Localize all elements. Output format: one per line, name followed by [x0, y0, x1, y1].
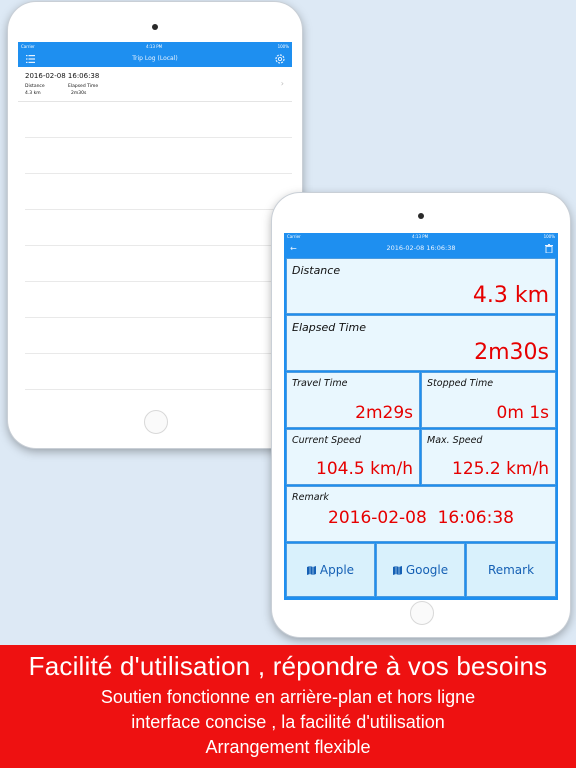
banner-headline: Facilité d'utilisation , répondre à vos …	[28, 651, 548, 681]
elapsed-time-value: 2m30s	[474, 340, 549, 365]
status-battery: 100%	[277, 44, 289, 49]
current-speed-cell: Current Speed 104.5 km/h	[286, 429, 420, 485]
apple-maps-button[interactable]: Apple	[286, 543, 375, 597]
trip-date: 2016-02-08 16:06:38	[25, 72, 100, 80]
chevron-right-icon: ›	[280, 79, 284, 88]
current-speed-label: Current Speed	[292, 435, 361, 446]
google-label: Google	[405, 563, 449, 577]
status-bar: Carrier 4:13 PM 100%	[18, 42, 292, 51]
travel-time-label: Travel Time	[292, 378, 348, 389]
empty-row	[25, 246, 292, 282]
page-title: Trip Log (Local)	[132, 55, 178, 62]
travel-time-cell: Travel Time 2m29s	[286, 372, 420, 428]
max-speed-cell: Max. Speed 125.2 km/h	[421, 429, 556, 485]
distance-value: 4.3 km	[472, 283, 549, 308]
current-speed-value: 104.5 km/h	[316, 459, 413, 479]
nav-bar: ← 2016-02-08 16:06:38	[284, 241, 558, 256]
status-carrier: Carrier	[287, 234, 301, 239]
home-button[interactable]	[144, 410, 168, 434]
list-icon[interactable]	[26, 55, 35, 63]
stopped-time-label: Stopped Time	[427, 378, 494, 389]
banner-line-3: Arrangement flexible	[205, 737, 371, 757]
empty-row	[25, 390, 292, 410]
apple-label: Apple	[319, 563, 355, 577]
gear-icon[interactable]	[274, 53, 286, 65]
google-maps-button[interactable]: Google	[376, 543, 465, 597]
banner-line-1: Soutien fonctionne en arrière-plan et ho…	[100, 687, 476, 707]
elapsed-label: Elapsed Time	[68, 84, 99, 89]
distance-label: Distance	[25, 84, 45, 89]
empty-row	[25, 354, 292, 390]
empty-row	[25, 282, 292, 318]
remark-cell: Remark 2016-02-08 16:06:38	[286, 486, 556, 542]
remark-button[interactable]: Remark	[466, 543, 556, 597]
camera-dot	[152, 24, 158, 30]
empty-row	[25, 138, 292, 174]
empty-row	[25, 318, 292, 354]
max-speed-value: 125.2 km/h	[452, 459, 549, 479]
home-button[interactable]	[410, 601, 434, 625]
max-speed-label: Max. Speed	[427, 435, 483, 446]
stopped-time-cell: Stopped Time 0m 1s	[421, 372, 556, 428]
status-battery: 100%	[543, 234, 555, 239]
elapsed-value: 2m30s	[71, 91, 87, 96]
back-arrow-icon[interactable]: ←	[290, 241, 297, 256]
elapsed-time-cell: Elapsed Time 2m30s	[286, 315, 556, 371]
trash-icon[interactable]	[545, 244, 553, 253]
promo-banner: Facilité d'utilisation , répondre à vos …	[0, 645, 576, 768]
empty-row	[25, 210, 292, 246]
status-time: 4:13 PM	[146, 44, 163, 49]
nav-bar: Trip Log (Local)	[18, 51, 292, 67]
status-bar: Carrier 4:13 PM 100%	[284, 233, 558, 241]
stopped-time-value: 0m 1s	[496, 403, 549, 423]
map-icon	[306, 566, 316, 575]
banner-line-2: interface concise , la facilité d'utilis…	[131, 712, 445, 732]
status-time: 4:13 PM	[412, 234, 429, 239]
trip-detail-screen: Carrier 4:13 PM 100% ← 2016-02-08 16:06:…	[284, 233, 558, 600]
distance-cell: Distance 4.3 km	[286, 258, 556, 314]
list-item[interactable]: 2016-02-08 16:06:38 Distance 4.3 km Elap…	[18, 67, 292, 102]
remark-label: Remark	[292, 492, 329, 503]
status-carrier: Carrier	[21, 44, 35, 49]
page-title: 2016-02-08 16:06:38	[386, 244, 456, 252]
travel-time-value: 2m29s	[355, 403, 413, 423]
distance-value: 4.3 km	[25, 91, 41, 96]
distance-label: Distance	[292, 264, 341, 277]
ipad-trip-detail: Carrier 4:13 PM 100% ← 2016-02-08 16:06:…	[272, 193, 570, 637]
map-icon	[392, 566, 402, 575]
remark-button-label: Remark	[487, 563, 535, 577]
ipad-trip-log: Carrier 4:13 PM 100% Trip Log (Local) 20…	[8, 2, 302, 448]
empty-row	[25, 102, 292, 138]
camera-dot	[418, 213, 424, 219]
empty-row	[25, 174, 292, 210]
remark-value: 2016-02-08 16:06:38	[328, 508, 514, 528]
elapsed-time-label: Elapsed Time	[292, 321, 366, 334]
trip-log-screen: Carrier 4:13 PM 100% Trip Log (Local) 20…	[18, 42, 292, 410]
